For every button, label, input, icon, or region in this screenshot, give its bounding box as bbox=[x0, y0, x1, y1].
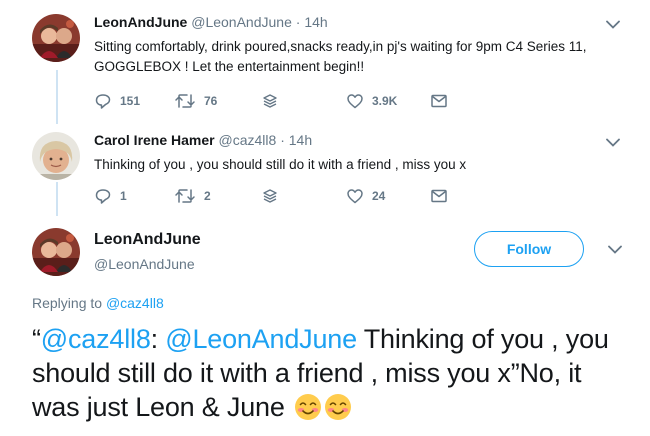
retweet-icon bbox=[175, 94, 195, 108]
stack-button[interactable] bbox=[262, 186, 278, 206]
chevron-down-icon[interactable] bbox=[608, 245, 622, 254]
tweet-header: LeonAndJune @LeonAndJune · 14h bbox=[94, 14, 328, 30]
replying-to: Replying to @caz4ll8 bbox=[32, 295, 164, 311]
author-handle[interactable]: @LeonAndJune bbox=[191, 14, 292, 30]
stack-icon bbox=[263, 189, 277, 203]
tweet-actions: 1 2 24 bbox=[94, 186, 474, 206]
author-name[interactable]: Carol Irene Hamer bbox=[94, 132, 215, 148]
avatar[interactable] bbox=[32, 14, 80, 62]
blushing-smile-emoji bbox=[294, 394, 321, 420]
tweet-actions: 151 76 3.9K bbox=[94, 91, 474, 111]
like-button[interactable]: 3.9K bbox=[346, 91, 397, 111]
author-handle[interactable]: @caz4ll8 bbox=[219, 132, 277, 148]
reply-button[interactable]: 151 bbox=[94, 91, 140, 111]
tweet-item[interactable]: Carol Irene Hamer @caz4ll8 · 14h Thinkin… bbox=[0, 120, 650, 216]
tweet-text: Thinking of you , you should still do it… bbox=[94, 157, 467, 172]
main-tweet-text: “@caz4ll8: @LeonAndJune Thinking of you … bbox=[32, 322, 632, 424]
follow-button[interactable]: Follow bbox=[474, 231, 584, 267]
timestamp[interactable]: 14h bbox=[289, 132, 312, 148]
like-count: 24 bbox=[372, 189, 386, 203]
reply-button[interactable]: 1 bbox=[94, 186, 127, 206]
reply-icon bbox=[95, 94, 111, 109]
reply-count: 1 bbox=[120, 189, 127, 203]
retweet-icon bbox=[175, 189, 195, 203]
envelope-icon bbox=[431, 189, 447, 203]
direct-message-button[interactable] bbox=[430, 91, 448, 111]
avatar[interactable] bbox=[32, 228, 80, 276]
tweet-header: Carol Irene Hamer @caz4ll8 · 14h bbox=[94, 132, 312, 148]
stack-icon bbox=[263, 94, 277, 108]
retweet-count: 2 bbox=[204, 189, 211, 203]
author-name[interactable]: LeonAndJune bbox=[94, 14, 187, 30]
replying-prefix: Replying to bbox=[32, 295, 106, 311]
author-name[interactable]: LeonAndJune bbox=[94, 231, 201, 249]
chevron-down-icon[interactable] bbox=[606, 138, 620, 147]
timestamp[interactable]: 14h bbox=[304, 14, 327, 30]
heart-icon bbox=[347, 189, 363, 204]
blushing-smile-emoji bbox=[324, 394, 351, 420]
chevron-down-icon[interactable] bbox=[606, 20, 620, 29]
colon: : bbox=[150, 324, 166, 354]
like-button[interactable]: 24 bbox=[346, 186, 385, 206]
avatar[interactable] bbox=[32, 132, 80, 180]
tweet-text: Sitting comfortably, drink poured,snacks… bbox=[94, 39, 587, 74]
reply-icon bbox=[95, 189, 111, 204]
separator: · bbox=[295, 14, 301, 30]
reply-count: 151 bbox=[120, 94, 141, 108]
separator: · bbox=[280, 132, 285, 148]
replying-to-link[interactable]: @caz4ll8 bbox=[106, 295, 164, 311]
retweet-count: 76 bbox=[204, 94, 218, 108]
author-handle[interactable]: @LeonAndJune bbox=[94, 256, 195, 272]
mention-link[interactable]: @LeonAndJune bbox=[165, 324, 357, 354]
main-tweet: LeonAndJune @LeonAndJune Follow Replying… bbox=[0, 216, 650, 436]
retweet-button[interactable]: 2 bbox=[174, 186, 211, 206]
heart-icon bbox=[347, 94, 363, 109]
like-count: 3.9K bbox=[372, 94, 398, 108]
envelope-icon bbox=[431, 94, 447, 108]
direct-message-button[interactable] bbox=[430, 186, 448, 206]
mention-link[interactable]: @caz4ll8 bbox=[41, 324, 151, 354]
retweet-button[interactable]: 76 bbox=[174, 91, 217, 111]
quote-open: “ bbox=[32, 324, 41, 354]
tweet-item[interactable]: LeonAndJune @LeonAndJune · 14h Sitting c… bbox=[0, 0, 650, 120]
stack-button[interactable] bbox=[262, 91, 278, 111]
